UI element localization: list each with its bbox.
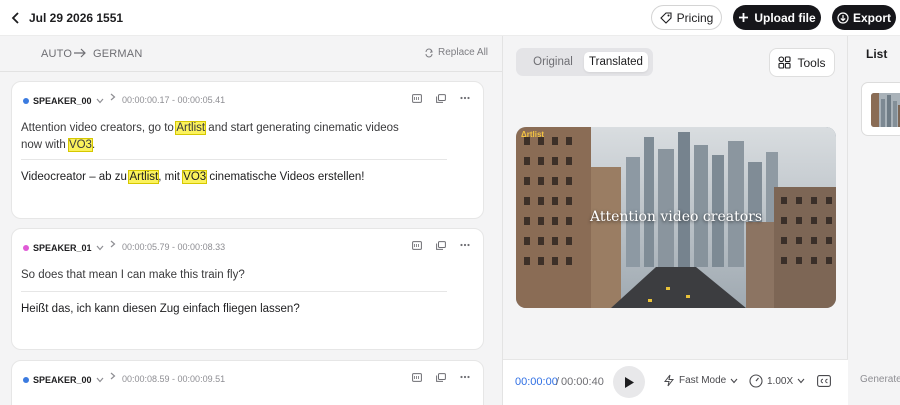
speaker-color-dot: [23, 98, 29, 104]
back-button[interactable]: [8, 9, 24, 27]
grid-icon: [778, 56, 792, 69]
segment-timestamp[interactable]: 00:00:05.79 - 00:00:08.33: [122, 242, 225, 252]
tab-original[interactable]: Original: [522, 52, 584, 72]
video-thumbnail: [871, 93, 900, 127]
replace-all-button[interactable]: Replace All: [424, 47, 488, 58]
tab-list[interactable]: List: [866, 47, 887, 61]
pricing-button[interactable]: Pricing: [651, 5, 722, 30]
tab-translated[interactable]: Translated: [584, 52, 648, 72]
speaker-selector[interactable]: SPEAKER_00: [23, 373, 104, 387]
speaker-name: SPEAKER_00: [33, 375, 92, 385]
segment-divider: [21, 159, 447, 160]
speaker-color-dot: [23, 377, 29, 383]
chevron-down-icon[interactable]: [96, 375, 104, 385]
speaker-color-dot: [23, 245, 29, 251]
source-text[interactable]: So does that mean I can make this train …: [21, 267, 421, 284]
glossary-highlight[interactable]: Artlist: [128, 170, 160, 184]
preview-panel: Original Translated Tools Δrtlist Attent…: [503, 36, 848, 405]
chevron-down-icon[interactable]: [96, 96, 104, 106]
mode-selector[interactable]: Fast Mode: [663, 374, 738, 387]
language-bar: AUTO GERMAN Replace All: [0, 36, 502, 72]
total-time: 00:00:40: [561, 376, 604, 388]
glossary-highlight[interactable]: Artlist: [175, 121, 207, 135]
video-watermark-logo: Δrtlist: [521, 130, 545, 139]
subtitle-icon[interactable]: [412, 239, 422, 251]
segment-timestamp[interactable]: 00:00:00.17 - 00:00:05.41: [122, 95, 225, 105]
speaker-selector[interactable]: SPEAKER_00: [23, 94, 104, 108]
speed-label: 1.00X: [767, 375, 794, 387]
segment-card[interactable]: SPEAKER_00 00:00:00.17 - 00:00:05.41 Att…: [11, 81, 484, 219]
view-toggle: Original Translated: [516, 48, 653, 76]
video-subtitle-overlay: Attention video creators: [589, 209, 763, 225]
source-language[interactable]: AUTO: [41, 48, 72, 60]
current-time: 00:00:00: [515, 376, 558, 388]
subtitle-icon[interactable]: [412, 371, 422, 383]
more-icon[interactable]: [460, 371, 470, 383]
tag-icon: [659, 11, 672, 24]
app-header: Jul 29 2026 1551 Pricing Upload file Exp…: [0, 0, 900, 36]
speaker-selector[interactable]: SPEAKER_01: [23, 241, 104, 255]
glossary-highlight[interactable]: VO3: [67, 138, 93, 152]
chevron-left-icon: [11, 12, 19, 24]
copy-icon[interactable]: [436, 371, 446, 383]
play-button[interactable]: [613, 366, 645, 398]
segment-timestamp[interactable]: 00:00:08.59 - 00:00:09.51: [122, 374, 225, 384]
bolt-icon: [663, 374, 675, 387]
translation-text[interactable]: Heißt das, ich kann diesen Zug einfach f…: [21, 301, 461, 318]
upload-file-button[interactable]: Upload file: [733, 5, 821, 30]
speed-icon: [749, 374, 763, 388]
copy-icon[interactable]: [436, 92, 446, 104]
chevron-down-icon: [797, 378, 805, 384]
source-text[interactable]: Attention video creators, go to Artlist …: [21, 120, 421, 154]
replace-all-label: Replace All: [438, 47, 489, 58]
speaker-name: SPEAKER_01: [33, 243, 92, 253]
more-icon[interactable]: [460, 92, 470, 104]
mode-label: Fast Mode: [679, 375, 727, 386]
video-preview[interactable]: Δrtlist Attention video creators: [516, 127, 836, 308]
plus-icon: [739, 13, 749, 22]
chevron-down-icon[interactable]: [96, 243, 104, 253]
more-icon[interactable]: [460, 239, 470, 251]
segment-card[interactable]: SPEAKER_00 00:00:08.59 - 00:00:09.51: [11, 360, 484, 405]
generate-button[interactable]: Generate: [860, 374, 900, 385]
pricing-label: Pricing: [676, 10, 714, 25]
list-panel: List Generate: [848, 36, 900, 405]
segment-toolbar: [412, 92, 470, 104]
play-icon: [624, 376, 634, 388]
speaker-name: SPEAKER_00: [33, 96, 92, 106]
subtitle-icon[interactable]: [412, 92, 422, 104]
copy-icon[interactable]: [436, 239, 446, 251]
speed-selector[interactable]: 1.00X: [749, 374, 805, 388]
glossary-highlight[interactable]: VO3: [182, 170, 208, 184]
segment-toolbar: [412, 239, 470, 251]
export-label: Export: [852, 10, 891, 25]
chevron-right-icon[interactable]: [110, 93, 116, 104]
list-item[interactable]: [861, 82, 900, 136]
upload-label: Upload file: [754, 10, 816, 25]
tools-button[interactable]: Tools: [769, 48, 835, 77]
tools-label: Tools: [797, 55, 826, 70]
segment-divider: [21, 291, 447, 292]
transcript-panel: AUTO GERMAN Replace All SPEAKER_00 00:00…: [0, 36, 503, 405]
target-language[interactable]: GERMAN: [93, 48, 142, 60]
segment-card[interactable]: SPEAKER_01 00:00:05.79 - 00:00:08.33 So …: [11, 228, 484, 350]
download-icon: [837, 11, 849, 24]
chevron-right-icon[interactable]: [110, 372, 116, 383]
export-button[interactable]: Export: [832, 5, 896, 30]
chevron-right-icon[interactable]: [110, 240, 116, 251]
arrow-right-icon: [73, 47, 87, 62]
translation-text[interactable]: Videocreator – ab zu Artlist, mit VO3 ci…: [21, 169, 461, 186]
document-title: Jul 29 2026 1551: [29, 11, 124, 25]
player-controls: 00:00:00 / 00:00:40 Fast Mode 1.00X: [503, 359, 848, 405]
time-separator: /: [556, 376, 560, 388]
cc-icon[interactable]: [816, 373, 832, 389]
replace-icon: [425, 48, 433, 57]
segment-toolbar: [412, 371, 470, 383]
chevron-down-icon: [730, 378, 738, 383]
